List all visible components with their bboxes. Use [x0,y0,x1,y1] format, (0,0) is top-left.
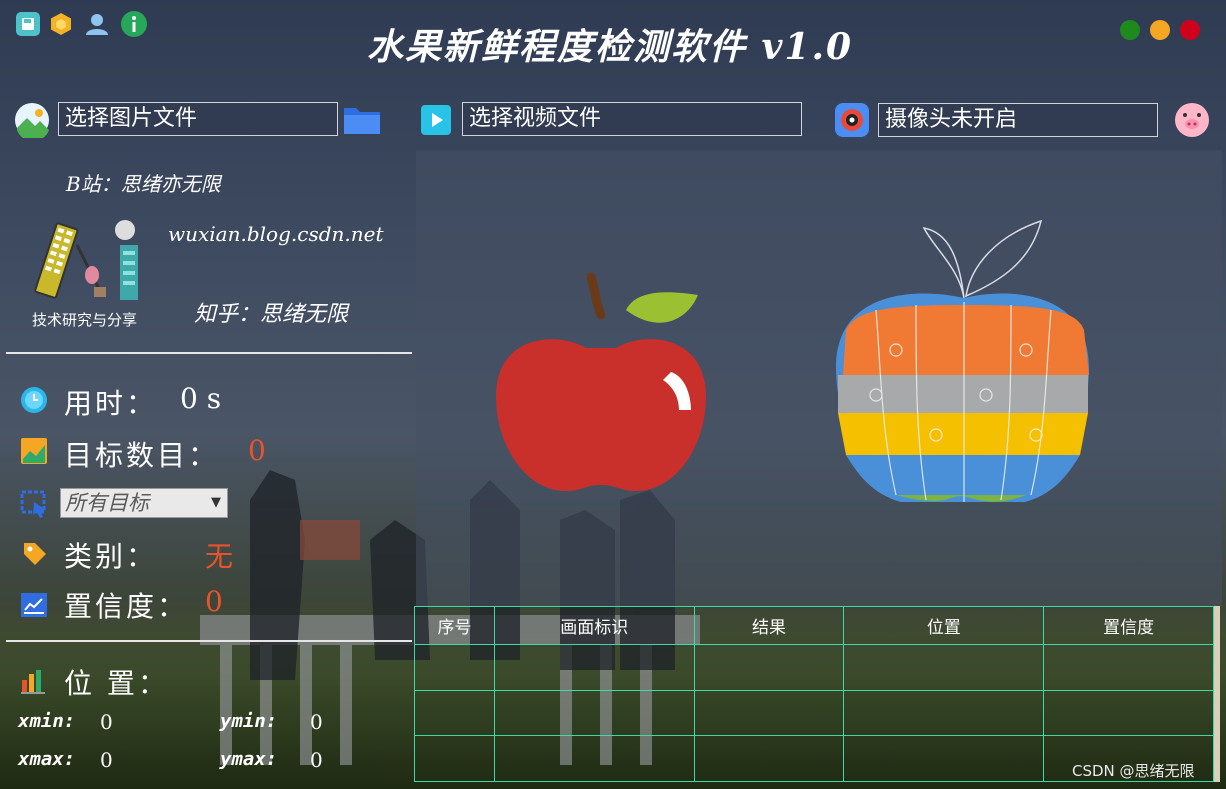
table-cell[interactable] [843,735,1045,782]
position-label: 位 置： [64,667,169,700]
apple-illustration [496,219,1089,502]
table-row[interactable] [414,644,1214,691]
xmin-label: xmin: [18,710,76,732]
table-cell[interactable] [1043,689,1214,737]
app-title: 水果新鲜程度检测软件 v1.0 [366,26,854,68]
minimize-button[interactable] [1150,20,1170,40]
table-cell[interactable] [493,735,695,782]
class-label: 类别： [64,540,158,573]
pig-icon[interactable] [1172,100,1212,138]
hexagon-icon[interactable] [49,12,73,36]
info-icon[interactable] [120,10,148,38]
image-icon[interactable] [14,102,50,142]
confidence-icon [20,592,48,618]
camera-status-field[interactable]: 摄像头未开启 [878,103,1158,137]
target-select[interactable]: 所有目标 ▼ [60,488,228,518]
column-header-index[interactable]: 序号 [414,606,495,645]
table-cell[interactable] [414,735,495,782]
target-select-value: 所有目标 [65,491,149,515]
table-cell[interactable] [493,644,695,691]
time-label: 用时： [64,387,158,420]
folder-icon[interactable] [343,104,381,136]
table-header-row: 序号 画面标识 结果 位置 置信度 [414,606,1214,645]
video-icon[interactable] [420,104,452,136]
table-cell[interactable] [414,689,495,737]
divider-bottom [6,640,412,642]
results-table[interactable]: 序号 画面标识 结果 位置 置信度 [414,606,1214,782]
ymax-label: ymax: [220,748,278,770]
ymax-value: 0 [310,748,323,772]
camera-icon[interactable] [834,102,870,138]
image-path-field[interactable]: 选择图片文件 [58,102,338,136]
ymin-label: ymin: [220,710,278,732]
chevron-down-icon: ▼ [211,495,221,510]
ymin-value: 0 [310,710,323,734]
table-row[interactable] [414,689,1214,737]
column-header-frame[interactable]: 画面标识 [493,606,695,645]
column-header-result[interactable]: 结果 [693,606,845,645]
image-display [416,150,1222,607]
xmax-label: xmax: [18,748,76,770]
zhihu-text: 知乎：思绪无限 [194,302,349,327]
table-cell[interactable] [693,644,845,691]
divider-top [6,352,412,354]
confidence-value: 0 [205,585,223,618]
selection-icon [20,490,48,518]
table-cell[interactable] [693,735,845,782]
table-scrollbar[interactable] [1214,606,1220,782]
xmax-value: 0 [100,748,113,772]
column-header-position[interactable]: 位置 [843,606,1045,645]
logo-caption: 技术研究与分享 [32,311,138,329]
clock-icon [20,386,48,414]
table-cell[interactable] [493,689,695,737]
video-path-field[interactable]: 选择视频文件 [462,102,802,136]
class-value: 无 [205,540,234,573]
tag-icon [22,541,48,567]
bar-chart-icon [20,668,46,694]
logo [32,215,162,310]
user-icon[interactable] [85,12,109,36]
target-count-value: 0 [248,434,266,467]
table-cell[interactable] [843,689,1045,737]
confidence-label: 置信度： [64,590,189,623]
time-value: 0 s [180,382,222,415]
watermark: CSDN @思绪无限 [1072,762,1195,780]
table-cell[interactable] [843,644,1045,691]
table-cell[interactable] [693,689,845,737]
bilibili-text: B站：思绪亦无限 [66,172,221,196]
blog-url: wuxian.blog.csdn.net [168,222,384,246]
chart-icon [20,437,48,465]
column-header-confidence[interactable]: 置信度 [1043,606,1214,645]
close-button[interactable] [1180,20,1200,40]
save-icon[interactable] [16,12,40,36]
target-count-label: 目标数目： [64,439,220,472]
maximize-button[interactable] [1120,20,1140,40]
table-cell[interactable] [414,644,495,691]
xmin-value: 0 [100,710,113,734]
table-cell[interactable] [1043,644,1214,691]
